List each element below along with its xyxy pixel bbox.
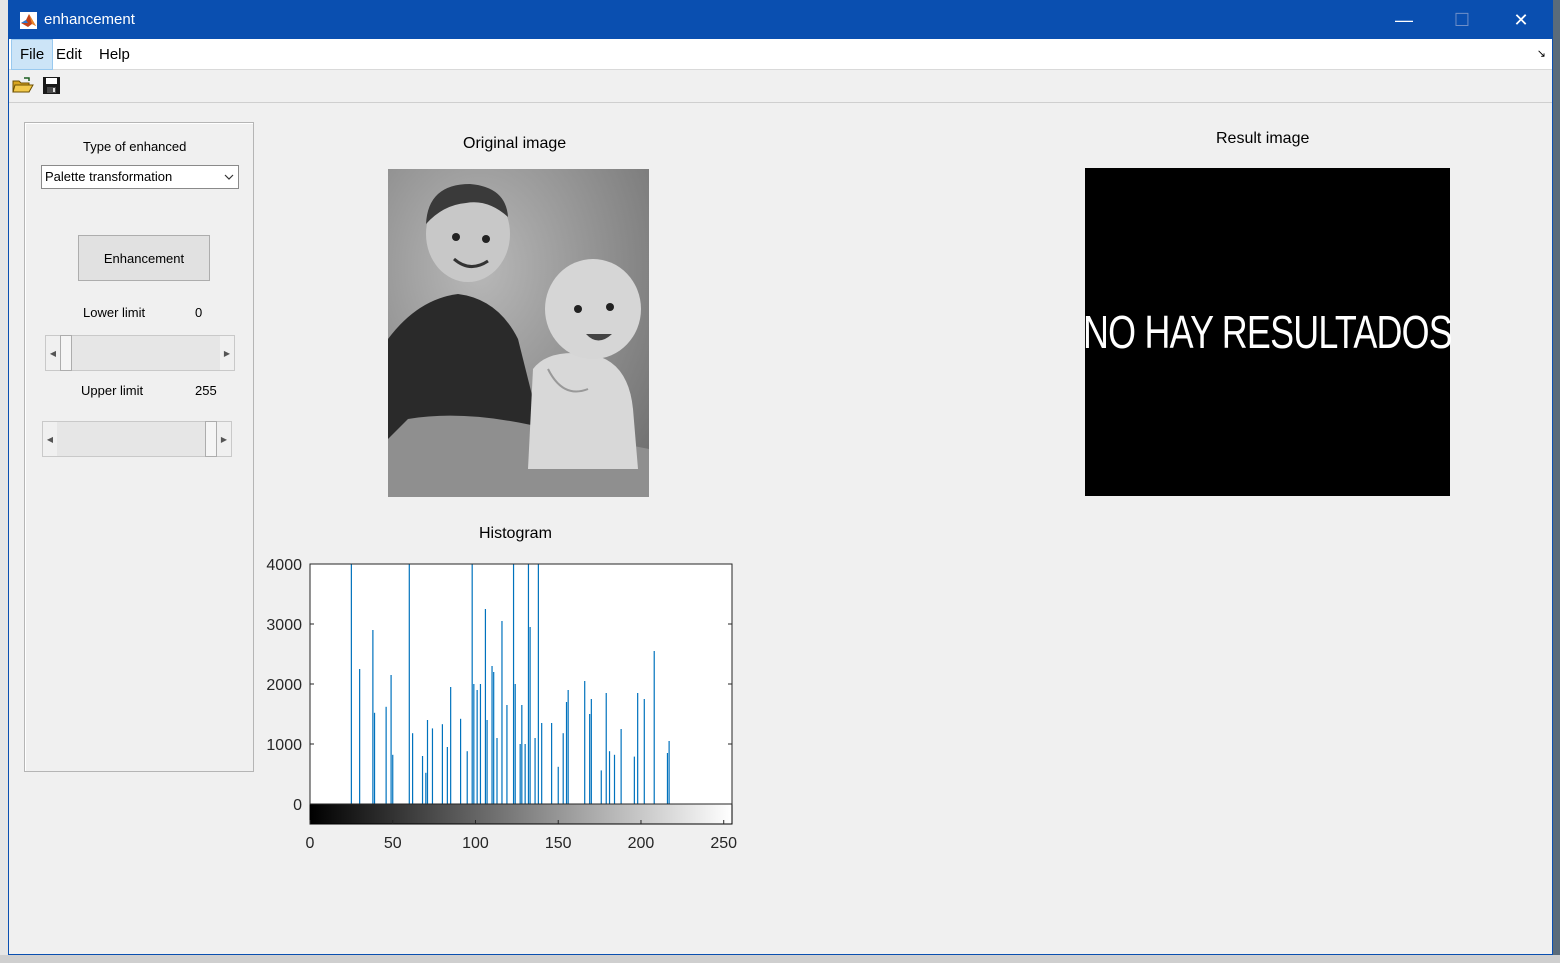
toolbar — [9, 70, 1552, 103]
upper-limit-label: Upper limit — [81, 383, 144, 398]
slider-thumb[interactable] — [205, 421, 217, 457]
upper-limit-value: 255 — [195, 383, 217, 398]
x-tick-label: 200 — [628, 835, 655, 852]
histogram-title: Histogram — [479, 525, 552, 542]
lower-limit-label: Lower limit — [83, 305, 146, 320]
type-label: Type of enhanced — [83, 139, 187, 154]
enhancement-button[interactable]: Enhancement — [78, 235, 210, 281]
app-window: enhancement — ☐ ✕ File Edit Help ↘ Type … — [8, 0, 1553, 955]
open-folder-icon[interactable] — [12, 76, 34, 96]
menu-file[interactable]: File — [11, 39, 54, 70]
slider-right-arrow-icon[interactable]: ▶ — [217, 422, 231, 456]
x-tick-label: 100 — [462, 835, 489, 852]
minimize-button[interactable]: — — [1375, 1, 1433, 39]
original-image — [388, 169, 649, 497]
y-tick-label: 1000 — [266, 737, 302, 754]
select-value: Palette transformation — [45, 169, 173, 184]
menu-edit[interactable]: Edit — [48, 39, 90, 70]
result-image: NO HAY RESULTADOS — [1083, 168, 1453, 496]
background-desktop-bottom — [0, 955, 1560, 963]
close-button[interactable]: ✕ — [1492, 1, 1550, 39]
upper-limit-slider[interactable]: ◀ ▶ — [42, 421, 232, 457]
menu-bar: File Edit Help ↘ — [9, 39, 1552, 70]
histogram-chart: 0 1000 2000 3000 4000 0 50 100 150 200 250 — [259, 551, 759, 861]
control-panel: Type of enhanced Palette transformation … — [24, 122, 254, 772]
title-bar[interactable]: enhancement — ☐ ✕ — [9, 1, 1552, 39]
x-tick-label: 0 — [306, 835, 315, 852]
chevron-down-icon[interactable] — [220, 166, 238, 188]
matlab-logo-icon — [20, 12, 37, 29]
menu-help[interactable]: Help — [91, 39, 138, 70]
slider-left-arrow-icon[interactable]: ◀ — [46, 336, 60, 370]
lower-limit-value: 0 — [195, 305, 203, 320]
menu-expand-icon[interactable]: ↘ — [1537, 47, 1546, 60]
colorbar — [309, 803, 733, 825]
x-tick-label: 250 — [710, 835, 737, 852]
lower-limit-slider[interactable]: ◀ ▶ — [45, 335, 235, 371]
slider-thumb[interactable] — [60, 335, 72, 371]
y-tick-label: 4000 — [266, 557, 302, 574]
y-tick-label: 0 — [293, 797, 302, 814]
enhancement-type-select[interactable]: Palette transformation — [41, 165, 239, 189]
result-image-title: Result image — [1216, 130, 1310, 147]
y-tick-label: 2000 — [266, 677, 302, 694]
slider-right-arrow-icon[interactable]: ▶ — [220, 336, 234, 370]
x-tick-label: 150 — [545, 835, 572, 852]
slider-left-arrow-icon[interactable]: ◀ — [43, 422, 57, 456]
save-icon[interactable] — [41, 76, 63, 96]
x-tick-label: 50 — [384, 835, 402, 852]
no-results-text: NO HAY RESULTADOS — [1083, 306, 1453, 358]
original-image-title: Original image — [463, 135, 567, 152]
y-tick-label: 3000 — [266, 617, 302, 634]
window-title: enhancement — [44, 11, 135, 28]
maximize-button[interactable]: ☐ — [1433, 1, 1491, 39]
